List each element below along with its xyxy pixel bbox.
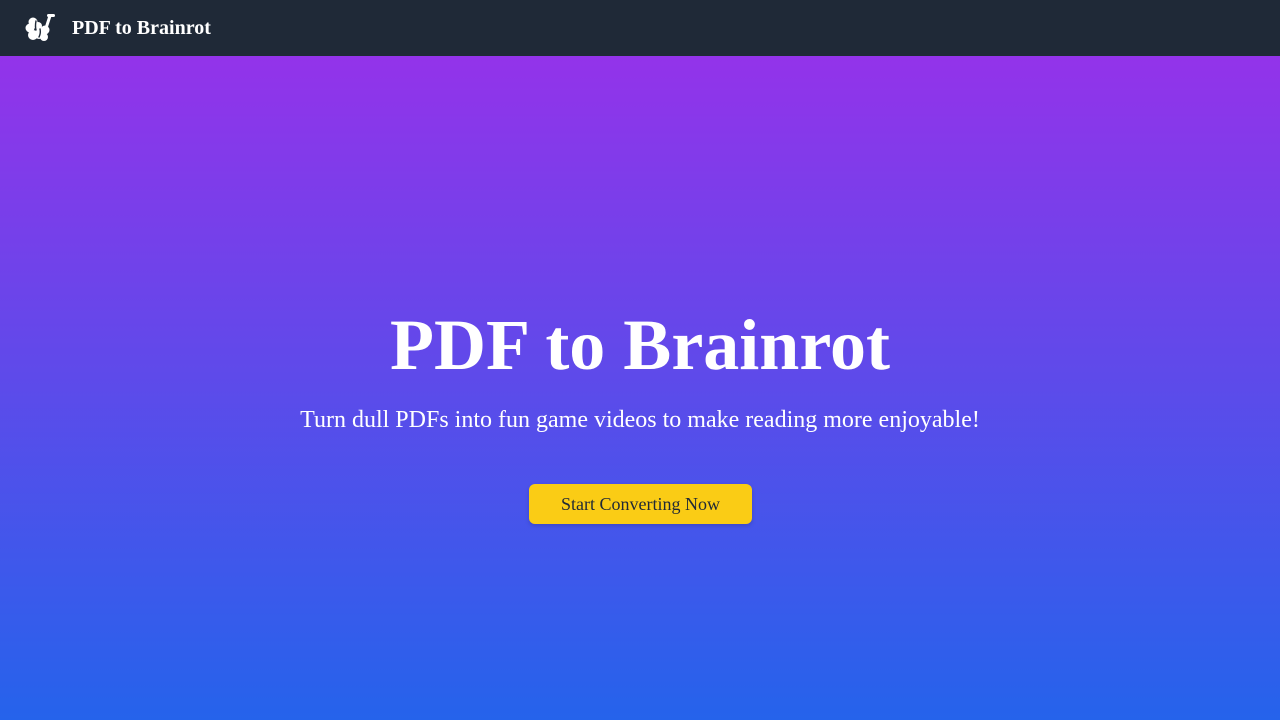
brand-name[interactable]: PDF to Brainrot [72, 18, 211, 38]
hero-title: PDF to Brainrot [390, 305, 890, 385]
navbar: PDF to Brainrot [0, 0, 1280, 56]
brain-icon[interactable] [24, 12, 56, 44]
start-converting-button[interactable]: Start Converting Now [529, 484, 752, 524]
hero-subtitle: Turn dull PDFs into fun game videos to m… [300, 407, 980, 433]
hero-section: PDF to Brainrot Turn dull PDFs into fun … [0, 56, 1280, 720]
